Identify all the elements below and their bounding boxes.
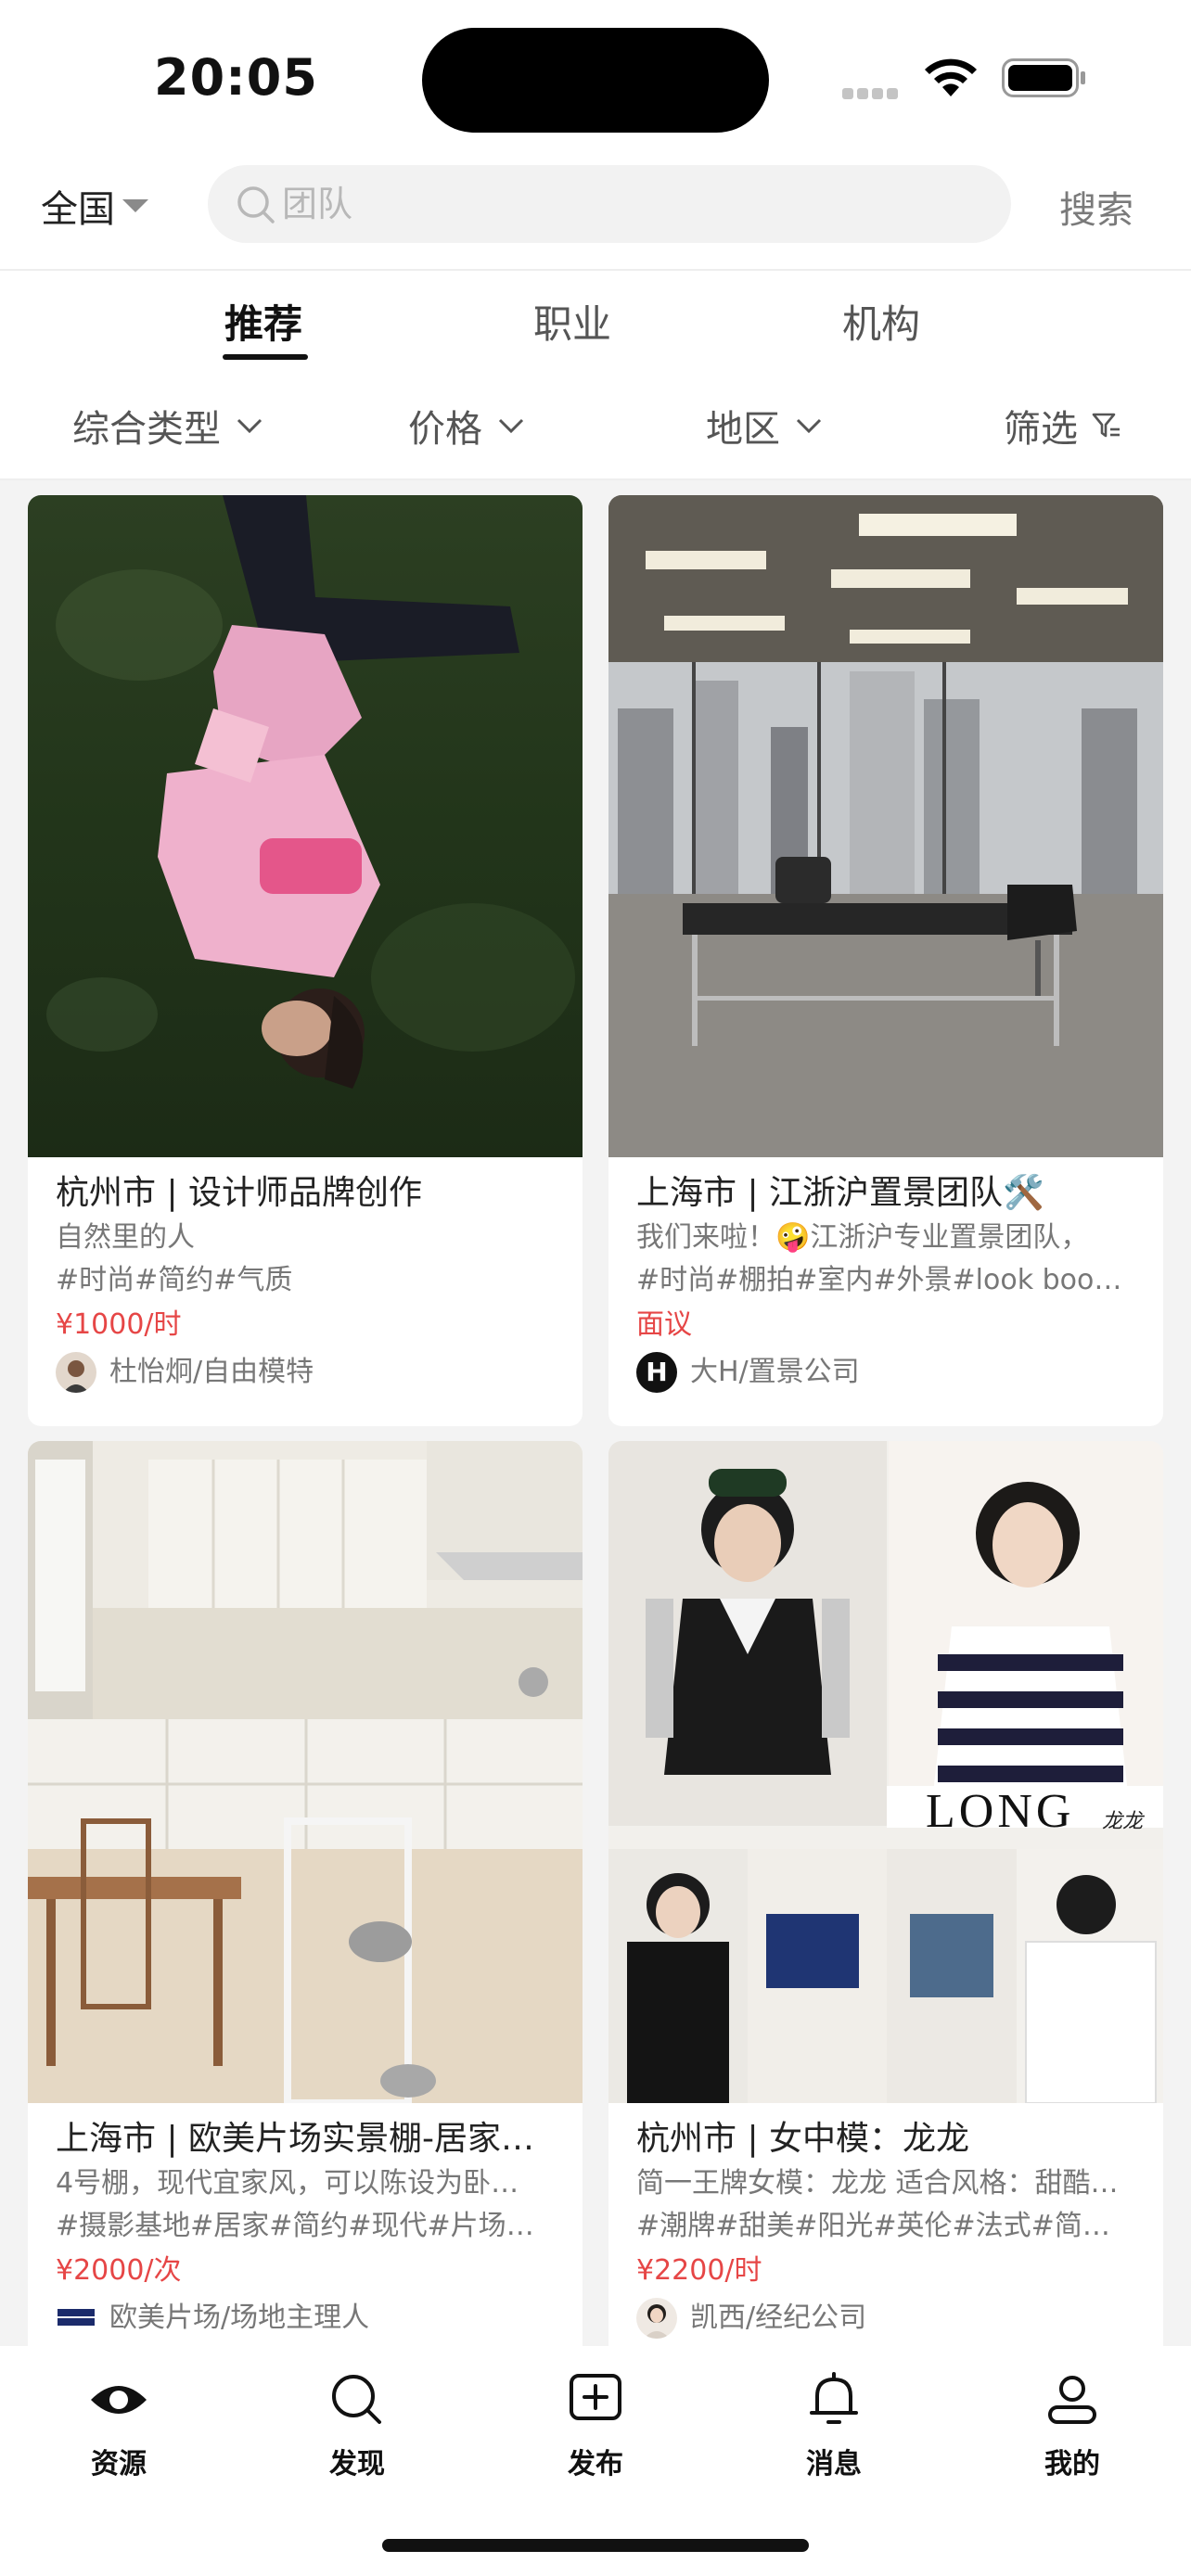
bell-icon [810,2372,858,2424]
card-image-model-collage: LONG 龙龙 [608,1441,1163,2103]
card-image-model-on-grass [28,495,583,1157]
battery-icon [1002,58,1085,97]
tab-profession[interactable]: 职业 [533,293,611,350]
card-author-name: 大H/置景公司 [690,1356,860,1388]
nav-label: 资源 [91,2448,147,2480]
status-time: 20:05 [154,48,318,107]
caret-down-icon [122,199,148,212]
card-price: ¥2000/次 [56,2254,182,2287]
card-title: 杭州市 | 女中模：龙龙 [636,2120,970,2158]
filter-funnel-icon [1092,413,1120,438]
card-description: 自然里的人 [56,1221,195,1254]
tab-agency[interactable]: 机构 [842,293,920,350]
wifi-icon [925,58,977,96]
filter-more[interactable]: 筛选 [1004,399,1122,453]
search-icon [237,186,275,223]
card-description: 简一王牌女模：龙龙 适合风格：甜酷… [636,2167,1119,2200]
category-tabs: 推荐 职业 机构 [0,284,1191,367]
card-image-brand-text: LONG [926,1785,1075,1838]
card-title: 杭州市 | 设计师品牌创作 [56,1174,423,1212]
filter-bar: 综合类型 价格 地区 筛选 [0,399,1191,460]
avatar [56,1352,96,1393]
resource-card[interactable]: LONG 龙龙 杭州市 | 女中模：龙龙 简一王牌女模：龙龙 适合风格：甜酷… … [608,1441,1163,2346]
card-body: 上海市 | 欧美片场实景棚-居家… 4号棚，现代宜家风，可以陈设为卧… #摄影基… [28,2103,583,2342]
resource-card[interactable]: 杭州市 | 设计师品牌创作 自然里的人 #时尚#简约#气质 ¥1000/时 杜怡… [28,495,583,1426]
card-price: ¥1000/时 [56,1308,182,1341]
card-author[interactable]: 欧美片场/场地主理人 [56,2294,555,2342]
resource-card[interactable]: 上海市 | 江浙沪置景团队🛠️ 我们来啦！🤪江浙沪专业置景团队， #时尚#棚拍#… [608,495,1163,1426]
card-author-name: 凯西/经纪公司 [690,2302,867,2334]
chevron-down-icon [796,418,822,434]
card-title: 上海市 | 江浙沪置景团队🛠️ [636,1174,1044,1212]
card-tags: #时尚#简约#气质 [56,1264,293,1296]
card-body: 杭州市 | 设计师品牌创作 自然里的人 #时尚#简约#气质 ¥1000/时 杜怡… [28,1157,583,1396]
card-author[interactable]: 杜怡炯/自由模特 [56,1348,555,1396]
nav-discover[interactable]: 发现 [283,2366,431,2481]
tab-active-indicator [223,354,308,360]
region-label: 全国 [41,188,115,231]
card-author-name: 杜怡炯/自由模特 [109,1356,314,1388]
chevron-down-icon [498,418,524,434]
avatar [636,2298,677,2339]
card-price: 面议 [636,1308,692,1341]
resource-feed[interactable]: 杭州市 | 设计师品牌创作 自然里的人 #时尚#简约#气质 ¥1000/时 杜怡… [0,480,1191,2346]
divider [0,269,1191,271]
filter-type-label: 综合类型 [72,408,221,451]
person-icon [1048,2376,1096,2424]
card-image-office-set [608,495,1163,1157]
card-tags: #潮牌#甜美#阳光#英伦#法式#简约#… [636,2210,1135,2242]
nav-label: 我的 [1044,2448,1100,2480]
tab-recommend[interactable]: 推荐 [224,293,302,350]
search-button[interactable]: 搜索 [1059,180,1133,234]
card-description: 4号棚，现代宜家风，可以陈设为卧… [56,2167,519,2200]
card-tags: #时尚#棚拍#室内#外景#look book#… [636,1264,1135,1296]
chevron-down-icon [237,418,263,434]
card-image-brand-subtext: 龙龙 [1102,1810,1144,1833]
plus-square-icon [570,2374,621,2420]
filter-price-label: 价格 [408,408,482,451]
card-body: 上海市 | 江浙沪置景团队🛠️ 我们来啦！🤪江浙沪专业置景团队， #时尚#棚拍#… [608,1157,1163,1396]
search-input[interactable] [280,183,989,225]
region-selector[interactable]: 全国 [41,180,148,232]
filter-more-label: 筛选 [1004,408,1078,451]
filter-price[interactable]: 价格 [408,399,525,453]
card-author-name: 欧美片场/场地主理人 [109,2302,370,2334]
nav-publish[interactable]: 发布 [521,2366,670,2481]
eye-icon [91,2386,147,2414]
card-price: ¥2200/时 [636,2254,762,2287]
home-indicator[interactable] [382,2539,809,2552]
card-author[interactable]: 凯西/经纪公司 [636,2294,1135,2342]
nav-resources[interactable]: 资源 [45,2366,193,2481]
card-tags: #摄影基地#居家#简约#现代#片场#… [56,2210,555,2242]
resource-card[interactable]: 上海市 | 欧美片场实景棚-居家… 4号棚，现代宜家风，可以陈设为卧… #摄影基… [28,1441,583,2346]
dynamic-island [422,28,769,133]
studio-logo-icon [56,2298,96,2339]
nav-label: 发布 [568,2448,623,2480]
card-title: 上海市 | 欧美片场实景棚-居家… [56,2120,535,2158]
filter-type[interactable]: 综合类型 [72,399,263,453]
card-image-kitchen-set [28,1441,583,2103]
card-body: 杭州市 | 女中模：龙龙 简一王牌女模：龙龙 适合风格：甜酷… #潮牌#甜美#阳… [608,2103,1163,2342]
card-description: 我们来啦！🤪江浙沪专业置景团队， [636,1221,1089,1254]
status-bar: 20:05 [0,0,1191,158]
nav-messages[interactable]: 消息 [760,2366,908,2481]
nav-profile[interactable]: 我的 [998,2366,1146,2481]
signal-icon [842,85,905,99]
search-icon [332,2375,381,2424]
filter-region-label: 地区 [706,408,780,451]
nav-label: 消息 [806,2448,862,2480]
nav-label: 发现 [329,2448,385,2480]
card-author[interactable]: H 大H/置景公司 [636,1348,1135,1396]
filter-region[interactable]: 地区 [706,399,823,453]
search-box[interactable] [208,165,1011,243]
avatar: H [636,1352,677,1393]
